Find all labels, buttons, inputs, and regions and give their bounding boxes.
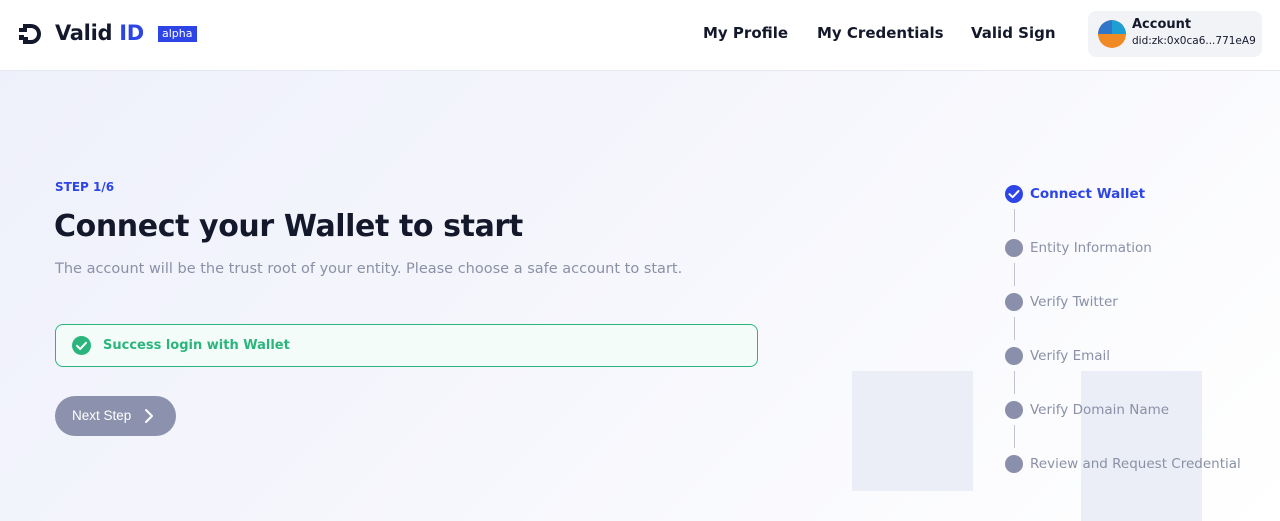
chevron-right-icon xyxy=(145,409,153,423)
account-menu[interactable]: Account did:zk:0x0ca6...771eA9 xyxy=(1088,11,1262,57)
alert-message: Success login with Wallet xyxy=(103,338,290,353)
stepper-connector xyxy=(1014,425,1015,448)
nav-valid-sign[interactable]: Valid Sign xyxy=(971,24,1056,42)
alpha-badge: alpha xyxy=(158,26,197,42)
check-circle-icon xyxy=(72,336,91,355)
step-3-dot xyxy=(1005,293,1023,311)
account-title: Account xyxy=(1132,17,1192,32)
brand-accent: ID xyxy=(119,21,144,45)
stepper-item-review-request-credential[interactable]: Review and Request Credential xyxy=(1030,456,1241,472)
stepper-item-entity-information[interactable]: Entity Information xyxy=(1030,240,1152,256)
background-decoration xyxy=(1081,371,1202,521)
page-subtitle: The account will be the trust root of yo… xyxy=(55,261,683,277)
stepper-connector xyxy=(1014,263,1015,286)
valid-id-logo-icon[interactable] xyxy=(18,23,42,45)
brand-name[interactable]: Valid ID xyxy=(55,21,144,45)
stepper-connector xyxy=(1014,317,1015,340)
stepper-item-verify-domain-name[interactable]: Verify Domain Name xyxy=(1030,402,1169,418)
stepper-item-verify-twitter[interactable]: Verify Twitter xyxy=(1030,294,1118,310)
avatar xyxy=(1098,20,1126,48)
nav-my-profile[interactable]: My Profile xyxy=(703,24,788,42)
background-decoration xyxy=(852,371,973,491)
account-did: did:zk:0x0ca6...771eA9 xyxy=(1132,35,1256,47)
check-icon xyxy=(1008,190,1020,199)
stepper-item-verify-email[interactable]: Verify Email xyxy=(1030,348,1110,364)
step-4-dot xyxy=(1005,347,1023,365)
next-step-button[interactable]: Next Step xyxy=(55,396,176,436)
stepper-connector xyxy=(1014,371,1015,394)
step-counter: STEP 1/6 xyxy=(55,180,115,194)
top-header: Valid ID alpha My Profile My Credentials… xyxy=(0,0,1280,71)
success-alert: Success login with Wallet xyxy=(55,324,758,367)
step-2-dot xyxy=(1005,239,1023,257)
nav-my-credentials[interactable]: My Credentials xyxy=(817,24,944,42)
step-5-dot xyxy=(1005,401,1023,419)
step-1-check-icon xyxy=(1005,185,1023,203)
brand-main: Valid xyxy=(55,21,113,45)
stepper-connector xyxy=(1014,209,1015,232)
page-title: Connect your Wallet to start xyxy=(54,209,523,244)
step-6-dot xyxy=(1005,455,1023,473)
stepper-item-connect-wallet[interactable]: Connect Wallet xyxy=(1030,186,1145,202)
next-step-label: Next Step xyxy=(72,408,132,423)
